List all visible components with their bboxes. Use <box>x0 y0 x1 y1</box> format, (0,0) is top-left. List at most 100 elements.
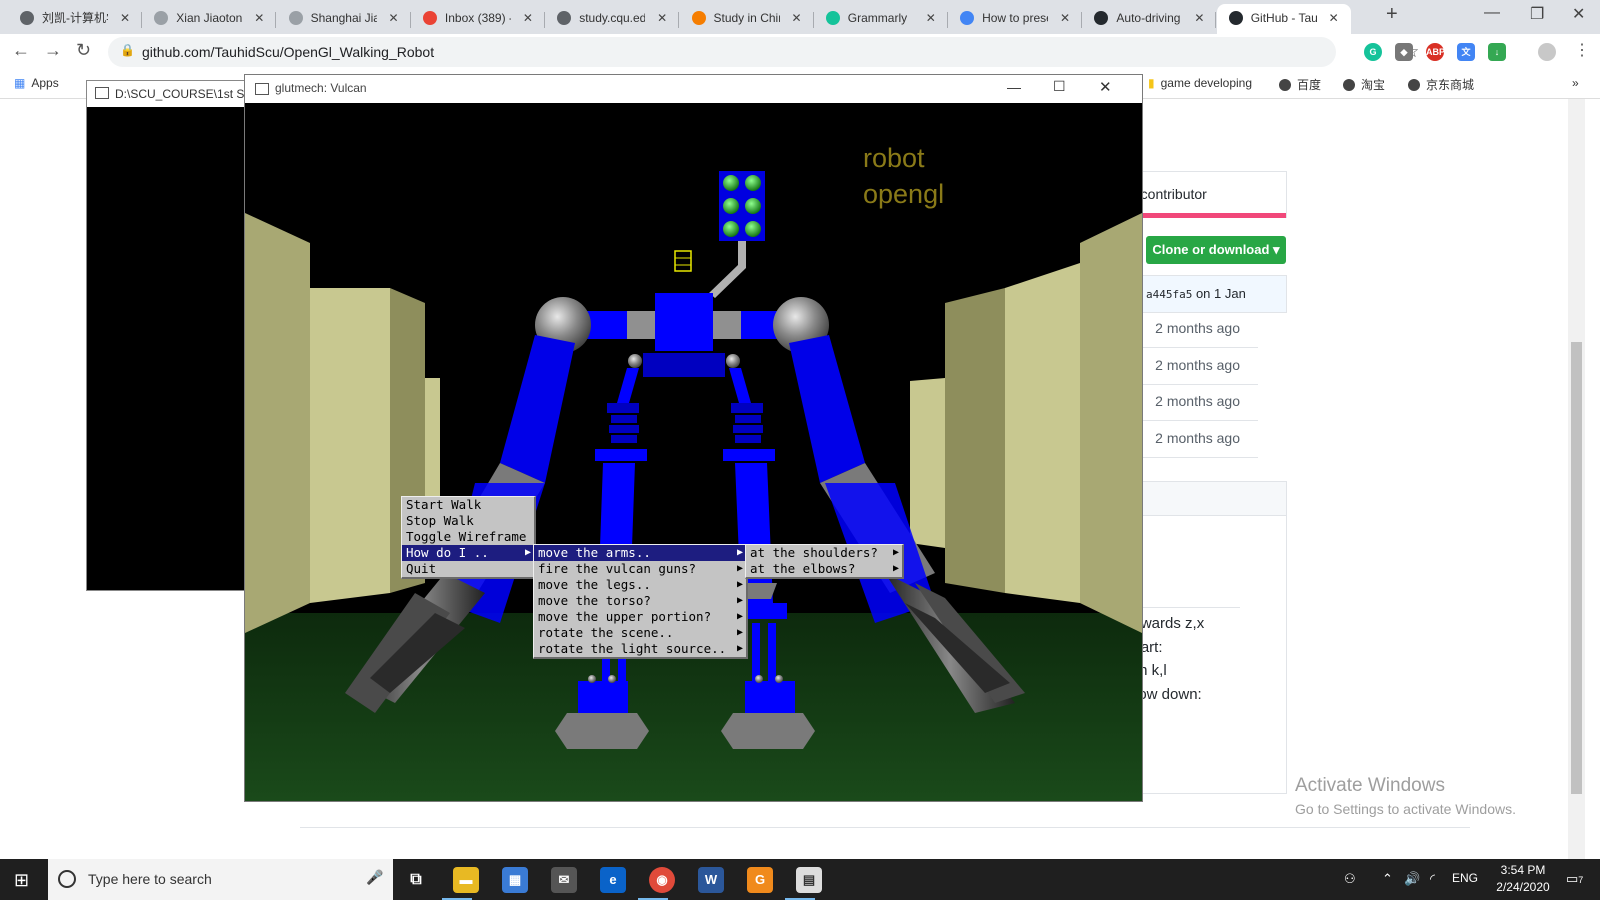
microphone-icon[interactable]: 🎤 <box>366 869 383 886</box>
glut-app-taskbar-icon[interactable]: ▤ <box>796 867 822 893</box>
robot-scene: robot opengl <box>245 143 1142 801</box>
tab-2[interactable]: Shanghai Jiao ✕ <box>277 4 411 34</box>
file-explorer-icon[interactable]: ▬ <box>453 867 479 893</box>
volume-icon[interactable]: 🔊 <box>1404 871 1420 887</box>
glut-howdo-submenu[interactable]: move the arms.. ▶ fire the vulcan guns? ▶ mo… <box>533 544 748 659</box>
address-bar[interactable]: 🔒 github.com/TauhidScu/OpenGl_Walking_Ro… <box>108 37 1419 67</box>
glut-arms-submenu[interactable]: at the shoulders? ▶ at the elbows? ▶ <box>745 544 904 579</box>
menu-item[interactable]: move the legs.. ▶ <box>534 577 746 593</box>
translate-extension-icon[interactable]: 文 <box>1457 43 1475 61</box>
edge-icon[interactable]: e <box>600 867 626 893</box>
file-age: 2 months ago <box>1155 429 1240 446</box>
forward-button[interactable]: → <box>44 40 62 61</box>
tab-label: 刘凯-计算机学 <box>42 11 108 25</box>
glut-main-menu[interactable]: Start Walk Stop Walk Toggle Wireframe How d… <box>401 496 536 579</box>
console-window[interactable]: D:\SCU_COURSE\1st Sem <box>86 80 248 591</box>
people-icon[interactable]: ⚇ <box>1344 871 1356 887</box>
tab-close-icon[interactable]: ✕ <box>657 4 667 32</box>
opengl-canvas[interactable]: robot opengl Start Walk Stop Walk Toggle… <box>245 103 1142 801</box>
menu-item[interactable]: rotate the light source.. ▶ <box>534 641 746 657</box>
menu-item[interactable]: move the upper portion? ▶ <box>534 609 746 625</box>
menu-item[interactable]: Quit <box>402 561 534 577</box>
tab-5[interactable]: Study in Chin ✕ <box>680 4 814 34</box>
grammarly-extension-icon[interactable]: G <box>1364 43 1382 61</box>
menu-item[interactable]: Start Walk <box>402 497 534 513</box>
glut-maximize-button[interactable]: ☐ <box>1053 78 1066 95</box>
bookmark-baidu[interactable]: 百度 <box>1279 76 1321 93</box>
tab-0[interactable]: 刘凯-计算机学 ✕ <box>8 4 142 34</box>
tray-chevron-icon[interactable]: ⌃ <box>1382 871 1393 887</box>
tab-close-icon[interactable]: ✕ <box>120 4 130 32</box>
tab-close-icon[interactable]: ✕ <box>254 4 264 32</box>
glut-close-button[interactable]: ✕ <box>1099 78 1112 96</box>
tab-9[interactable]: GitHub - Tauh ✕ <box>1216 4 1351 34</box>
tab-close-icon[interactable]: ✕ <box>523 4 533 32</box>
contributors-box[interactable]: 1 contributor <box>1120 171 1287 218</box>
download-extension-icon[interactable]: ↓ <box>1488 43 1506 61</box>
menu-item[interactable]: fire the vulcan guns? ▶ <box>534 561 746 577</box>
bookmark-taobao[interactable]: 淘宝 <box>1343 76 1385 93</box>
submenu-arrow-icon: ▶ <box>736 611 743 622</box>
file-age: 2 months ago <box>1155 356 1240 373</box>
wifi-icon[interactable]: ◜ <box>1430 871 1435 887</box>
menu-item[interactable]: Toggle Wireframe <box>402 529 534 545</box>
bookmark-game-developing[interactable]: ▮ game developing <box>1148 76 1252 90</box>
word-icon[interactable]: W <box>698 867 724 893</box>
tab-4[interactable]: study.cqu.edu ✕ <box>545 4 680 34</box>
menu-item[interactable]: rotate the scene.. ▶ <box>534 625 746 641</box>
tab-close-icon[interactable]: ✕ <box>389 4 399 32</box>
tab-close-icon[interactable]: ✕ <box>926 4 936 32</box>
restore-browser-button[interactable]: ❐ <box>1530 4 1544 24</box>
tab-close-icon[interactable]: ✕ <box>1329 4 1339 32</box>
search-icon <box>58 870 76 888</box>
menu-kebab-icon[interactable]: ⋮ <box>1574 40 1590 60</box>
store-icon[interactable]: ▦ <box>502 867 528 893</box>
bookmarks-overflow-icon[interactable]: » <box>1572 76 1579 90</box>
glut-minimize-button[interactable]: — <box>1007 79 1021 95</box>
menu-item[interactable]: How do I .. ▶ <box>402 545 534 561</box>
shield-extension-icon[interactable]: ◆ <box>1395 43 1413 61</box>
tab-8[interactable]: Auto-driving ✕ <box>1082 4 1217 34</box>
taskbar-search-box[interactable]: Type here to search 🎤 <box>48 859 393 900</box>
bookmark-apps[interactable]: ▦ Apps <box>14 76 59 90</box>
tab-label: Auto-driving <box>1116 11 1181 25</box>
glut-title-bar[interactable]: glutmech: Vulcan — ☐ ✕ <box>245 75 1142 103</box>
console-title-bar[interactable]: D:\SCU_COURSE\1st Sem <box>87 81 247 107</box>
windows-start-icon[interactable]: ⊞ <box>14 870 29 891</box>
close-browser-button[interactable]: ✕ <box>1572 4 1585 24</box>
menu-item[interactable]: move the torso? ▶ <box>534 593 746 609</box>
task-view-icon[interactable]: ⧉ <box>403 867 429 893</box>
menu-item[interactable]: Stop Walk <box>402 513 534 529</box>
tab-1[interactable]: Xian Jiaotong ✕ <box>142 4 277 34</box>
language-indicator[interactable]: ENG <box>1452 871 1478 885</box>
clock[interactable]: 3:54 PM 2/24/2020 <box>1488 863 1558 894</box>
tab-6[interactable]: Grammarly ✕ <box>814 4 948 34</box>
glut-window[interactable]: glutmech: Vulcan — ☐ ✕ robot opengl Star… <box>244 74 1143 802</box>
new-tab-button[interactable]: + <box>1386 3 1398 26</box>
media-app-icon[interactable]: G <box>747 867 773 893</box>
tab-7[interactable]: How to prese ✕ <box>948 4 1083 34</box>
chrome-icon[interactable]: ◉ <box>649 867 675 893</box>
page-scrollbar-thumb[interactable] <box>1571 342 1582 794</box>
tab-close-icon[interactable]: ✕ <box>1194 4 1204 32</box>
back-button[interactable]: ← <box>12 40 30 61</box>
robot-torso <box>655 293 713 351</box>
minimize-browser-button[interactable]: — <box>1484 4 1500 22</box>
clone-or-download-button[interactable]: Clone or download ▾ <box>1146 236 1286 264</box>
profile-avatar[interactable] <box>1538 43 1556 61</box>
tab-3[interactable]: Inbox (389) - ✕ <box>411 4 545 34</box>
menu-item[interactable]: at the elbows? ▶ <box>746 561 902 577</box>
bookmark-jd[interactable]: 京东商城 <box>1408 76 1474 93</box>
menu-item-label: at the shoulders? <box>750 545 878 560</box>
tab-close-icon[interactable]: ✕ <box>1060 4 1070 32</box>
adblock-extension-icon[interactable]: ABP <box>1426 43 1445 61</box>
menu-item[interactable]: at the shoulders? ▶ <box>746 545 902 561</box>
reload-button[interactable]: ↻ <box>76 40 91 61</box>
mail-icon[interactable]: ✉ <box>551 867 577 893</box>
tab-close-icon[interactable]: ✕ <box>791 4 801 32</box>
tab-label: GitHub - Tauh <box>1250 11 1317 25</box>
commit-hash[interactable]: a445fa5 <box>1146 288 1192 301</box>
action-center-icon[interactable]: ▭7 <box>1566 871 1583 887</box>
menu-item-label: fire the vulcan guns? <box>538 561 697 576</box>
menu-item[interactable]: move the arms.. ▶ <box>534 545 746 561</box>
